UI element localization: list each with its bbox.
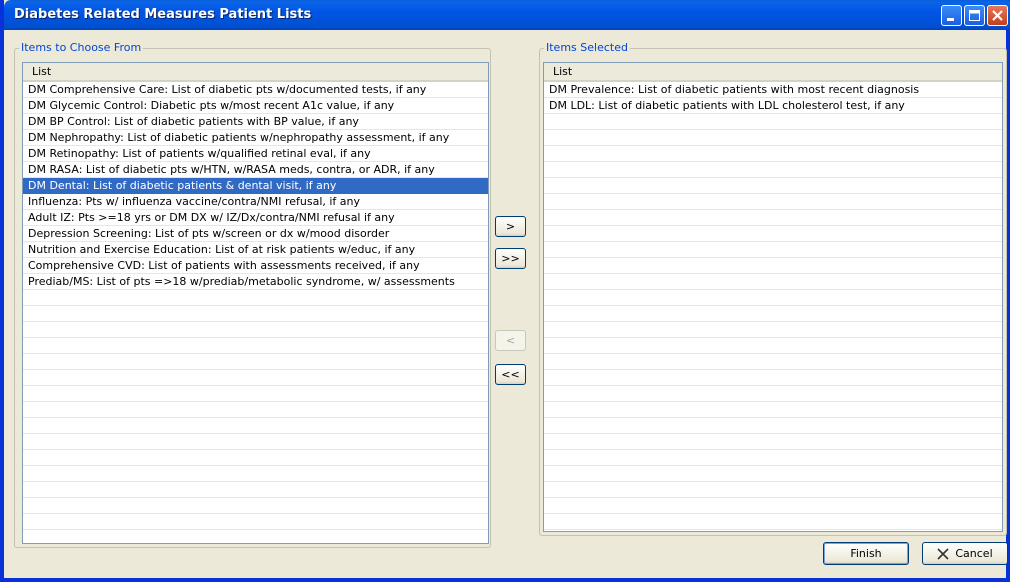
list-item[interactable]: DM BP Control: List of diabetic patients… — [23, 114, 488, 130]
selected-group-label: Items Selected — [544, 41, 630, 54]
available-list-body: DM Comprehensive Care: List of diabetic … — [23, 82, 488, 543]
close-icon — [992, 10, 1003, 21]
cancel-label: Cancel — [955, 547, 993, 560]
list-item[interactable]: DM Comprehensive Care: List of diabetic … — [23, 82, 488, 98]
list-item[interactable]: DM Nephropathy: List of diabetic patient… — [23, 130, 488, 146]
minimize-button[interactable] — [941, 5, 962, 26]
list-item[interactable]: DM Prevalence: List of diabetic patients… — [544, 82, 1002, 98]
list-item[interactable]: Nutrition and Exercise Education: List o… — [23, 242, 488, 258]
dialog-window: Diabetes Related Measures Patient Lists … — [0, 0, 1010, 582]
cancel-button[interactable]: Cancel — [922, 542, 1008, 565]
list-item[interactable]: DM Glycemic Control: Diabetic pts w/most… — [23, 98, 488, 114]
selected-list-body: DM Prevalence: List of diabetic patients… — [544, 82, 1002, 531]
selected-list-header[interactable]: List — [544, 63, 1002, 82]
remove-all-button[interactable]: << — [495, 364, 526, 385]
finish-button[interactable]: Finish — [823, 542, 909, 565]
available-list-header[interactable]: List — [23, 63, 488, 82]
finish-label: Finish — [850, 547, 882, 560]
maximize-button[interactable] — [964, 5, 985, 26]
available-group-label: Items to Choose From — [19, 41, 144, 54]
close-button[interactable] — [987, 5, 1008, 26]
minimize-icon — [947, 18, 954, 21]
add-all-button[interactable]: >> — [495, 248, 526, 269]
add-one-button[interactable]: > — [495, 216, 526, 237]
list-item[interactable]: DM Dental: List of diabetic patients & d… — [23, 178, 488, 194]
selected-column-header: List — [553, 65, 573, 78]
available-list[interactable]: List DM Comprehensive Care: List of diab… — [22, 62, 489, 544]
window-title: Diabetes Related Measures Patient Lists — [14, 7, 312, 22]
list-item[interactable]: DM RASA: List of diabetic pts w/HTN, w/R… — [23, 162, 488, 178]
list-item[interactable]: DM Retinopathy: List of patients w/quali… — [23, 146, 488, 162]
available-column-header: List — [32, 65, 52, 78]
list-item[interactable]: Depression Screening: List of pts w/scre… — [23, 226, 488, 242]
title-bar[interactable]: Diabetes Related Measures Patient Lists — [4, 0, 1010, 30]
list-item[interactable]: Prediab/MS: List of pts =>18 w/prediab/m… — [23, 274, 488, 290]
x-icon — [937, 547, 949, 560]
selected-list[interactable]: List DM Prevalence: List of diabetic pat… — [543, 62, 1003, 532]
remove-one-button[interactable]: < — [495, 330, 526, 351]
maximize-icon — [969, 10, 980, 21]
list-item[interactable]: Influenza: Pts w/ influenza vaccine/cont… — [23, 194, 488, 210]
list-item[interactable]: DM LDL: List of diabetic patients with L… — [544, 98, 1002, 114]
list-item[interactable]: Adult IZ: Pts >=18 yrs or DM DX w/ IZ/Dx… — [23, 210, 488, 226]
list-item[interactable]: Comprehensive CVD: List of patients with… — [23, 258, 488, 274]
